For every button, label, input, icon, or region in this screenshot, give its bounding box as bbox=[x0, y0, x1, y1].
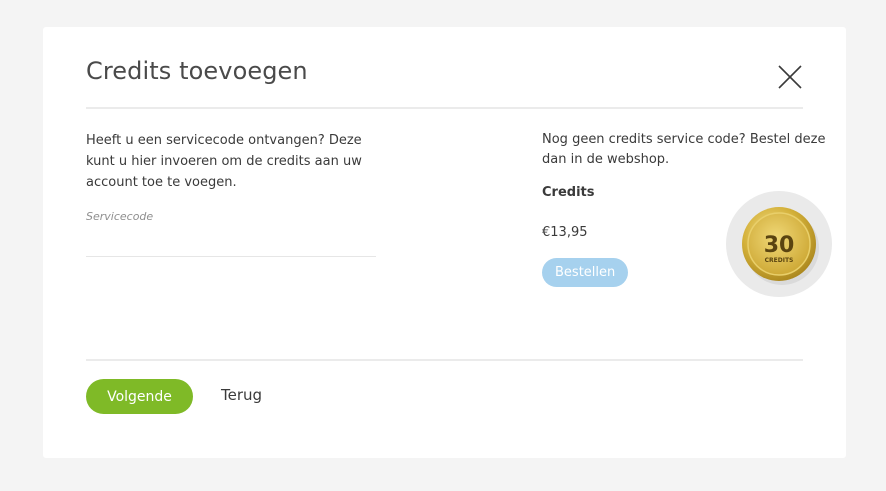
servicecode-intro: Heeft u een servicecode ontvangen? Deze … bbox=[86, 133, 362, 190]
back-link[interactable]: Terug bbox=[221, 386, 262, 404]
next-button[interactable]: Volgende bbox=[86, 379, 193, 414]
credits-modal: Credits toevoegen Heeft u een servicecod… bbox=[43, 27, 846, 458]
credits-coin: 30 CREDITS bbox=[726, 191, 832, 297]
servicecode-input[interactable] bbox=[86, 231, 376, 257]
header-divider bbox=[86, 107, 803, 109]
close-button[interactable] bbox=[776, 63, 804, 91]
footer-divider bbox=[86, 359, 803, 361]
webshop-text: Nog geen credits service code? Bestel de… bbox=[542, 132, 826, 167]
servicecode-label: Servicecode bbox=[86, 210, 154, 223]
coin-amount: 30 bbox=[764, 233, 795, 258]
coin-label: CREDITS bbox=[765, 257, 794, 264]
credits-coin-icon: 30 CREDITS bbox=[742, 207, 819, 285]
modal-title: Credits toevoegen bbox=[86, 57, 308, 85]
servicecode-section: Heeft u een servicecode ontvangen? Deze … bbox=[86, 130, 378, 257]
close-icon bbox=[778, 65, 802, 89]
order-button[interactable]: Bestellen bbox=[542, 258, 629, 287]
